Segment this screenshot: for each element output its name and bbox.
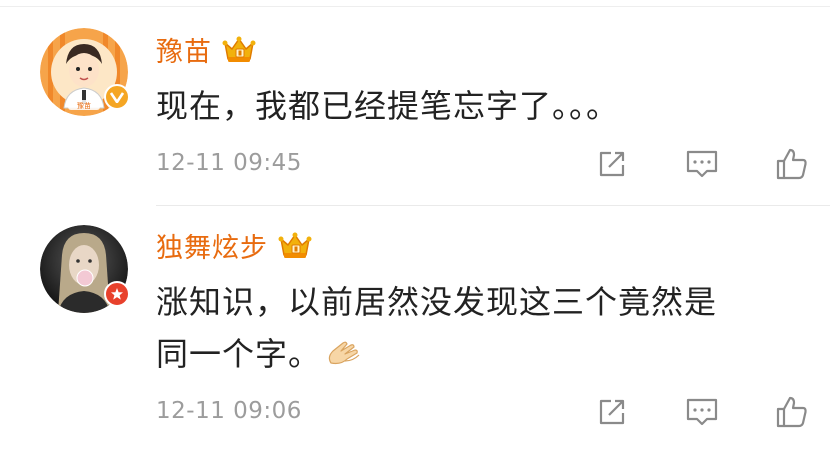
- username-row: 独舞炫步: [156, 226, 312, 265]
- avatar-label: 豫苗: [77, 101, 91, 110]
- thumbs-up-icon[interactable]: [774, 394, 810, 430]
- comment-text: 现在，我都已经提笔忘字了。。。: [156, 87, 620, 125]
- crown-membership-icon[interactable]: [222, 35, 256, 65]
- clapping-hands-emoji-icon: [325, 330, 365, 382]
- crown-membership-icon[interactable]: [278, 231, 312, 261]
- comment-divider: [156, 205, 830, 206]
- username-row: 豫苗: [156, 30, 256, 69]
- red-badge-icon: [104, 281, 130, 307]
- comment-actions: [594, 146, 810, 182]
- username[interactable]: 豫苗: [156, 30, 212, 69]
- comment-text-line: 涨知识，以前居然没发现这三个竟然是: [156, 283, 718, 321]
- thumbs-up-icon[interactable]: [774, 146, 810, 182]
- comment-text: 涨知识，以前居然没发现这三个竟然是 同一个字。: [156, 276, 796, 382]
- verified-v-icon: [104, 84, 130, 110]
- comment-text-line: 同一个字。: [156, 328, 796, 382]
- avatar[interactable]: [40, 225, 130, 313]
- comment-text-fragment: 同一个字。: [156, 335, 322, 373]
- timestamp: 12-11 09:06: [156, 398, 302, 424]
- share-icon[interactable]: [594, 394, 630, 430]
- username[interactable]: 独舞炫步: [156, 226, 268, 265]
- timestamp: 12-11 09:45: [156, 150, 302, 176]
- comment-actions: [594, 394, 810, 430]
- reply-comment-icon[interactable]: [684, 146, 720, 182]
- reply-comment-icon[interactable]: [684, 394, 720, 430]
- top-divider: [0, 6, 830, 7]
- avatar[interactable]: 豫苗: [40, 28, 130, 116]
- share-icon[interactable]: [594, 146, 630, 182]
